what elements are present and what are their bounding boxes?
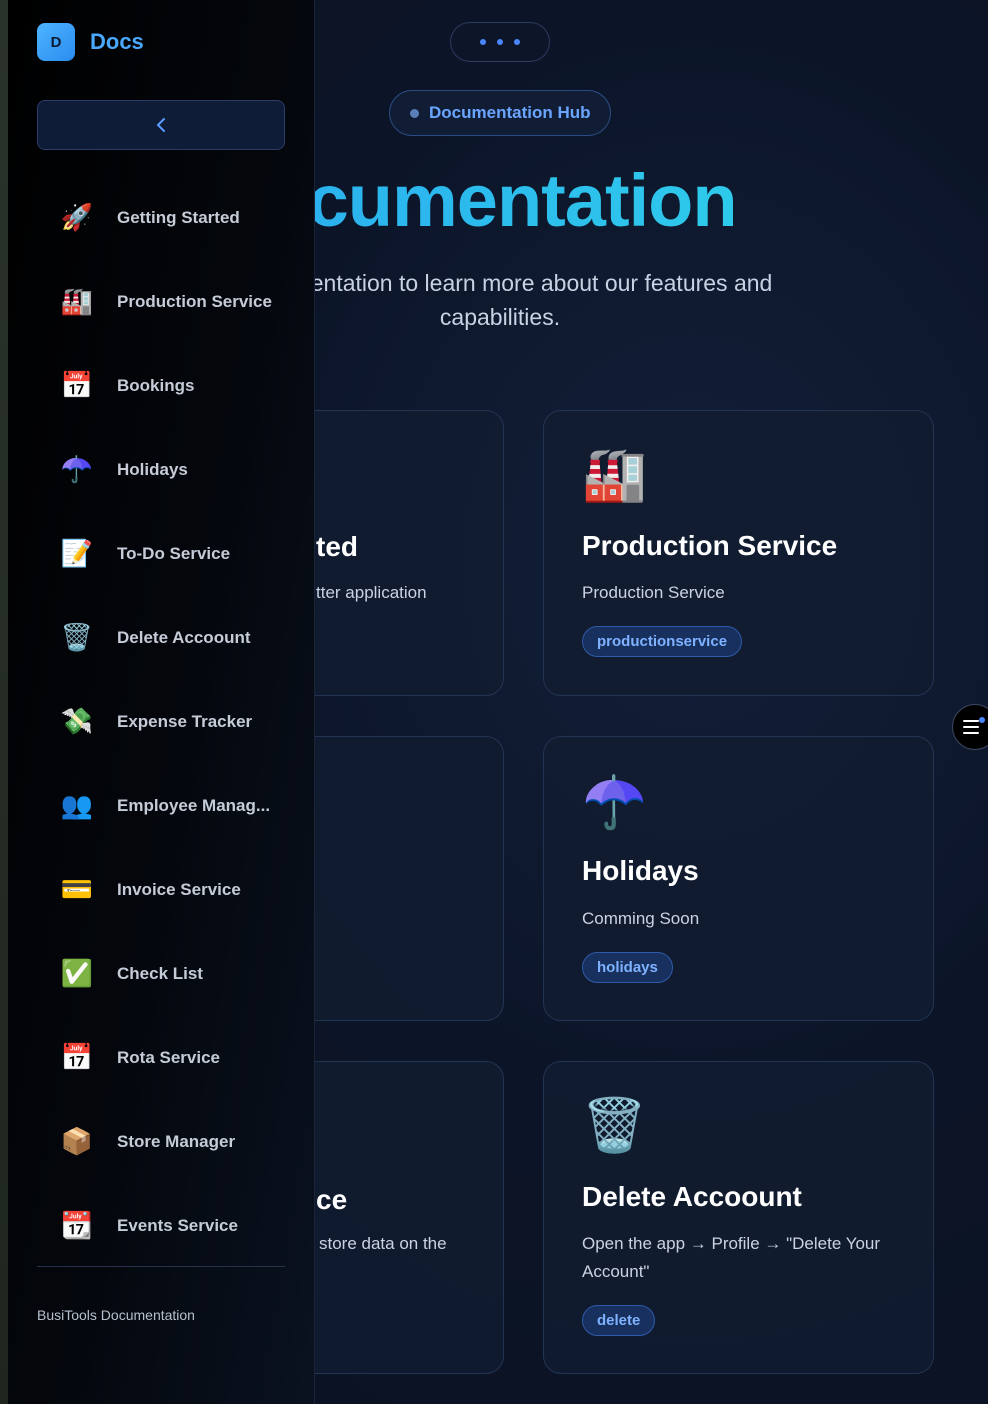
sidebar-item-rota-service[interactable]: 📅 Rota Service — [37, 1028, 285, 1088]
card-tag[interactable]: delete — [582, 1305, 656, 1336]
sidebar-item-getting-started[interactable]: 🚀 Getting Started — [37, 188, 285, 248]
brand-name: Docs — [90, 29, 144, 54]
card-description: Comming Soon — [582, 909, 700, 928]
sidebar-item-employee-manag[interactable]: 👥 Employee Manag... — [37, 776, 285, 836]
people-icon: 👥 — [60, 791, 94, 821]
credit-card-icon: 💳 — [60, 875, 94, 905]
sidebar-item-production-service[interactable]: 🏭 Production Service — [37, 272, 285, 332]
card-description: Production Service — [582, 583, 725, 602]
sidebar-item-events-service[interactable]: 📆 Events Service — [37, 1196, 285, 1256]
production-service-card[interactable]: 🏭 Production Service Production Service … — [543, 410, 934, 696]
card-description: Open the app → Profile → "Delete Your Ac… — [582, 1234, 881, 1281]
rocket-icon: 🚀 — [60, 203, 94, 233]
wastebasket-icon: 🗑️ — [60, 623, 94, 653]
dot-icon — [497, 39, 503, 45]
sidebar-item-label: Employee Manag... — [117, 796, 271, 815]
sidebar-item-label: Events Service — [117, 1216, 238, 1235]
package-icon: 📦 — [60, 1127, 94, 1157]
sidebar-item-holidays[interactable]: ☂️ Holidays — [37, 440, 285, 500]
holidays-card[interactable]: ☂️ Holidays Comming Soon holidays — [543, 736, 934, 1021]
calendar-icon: 📅 — [60, 371, 94, 401]
card-tag[interactable]: holidays — [582, 952, 673, 983]
delete-account-card[interactable]: 🗑️ Delete Accoount Open the app → Profil… — [543, 1061, 934, 1374]
calendar-icon: 📅 — [60, 1043, 94, 1073]
menu-icon — [963, 720, 979, 734]
sidebar-item-label: Holidays — [117, 460, 188, 479]
sidebar-item-check-list[interactable]: ✅ Check List — [37, 944, 285, 1004]
sidebar-item-label: Expense Tracker — [117, 712, 253, 731]
umbrella-icon: ☂️ — [582, 773, 647, 833]
sidebar-item-store-manager[interactable]: 📦 Store Manager — [37, 1112, 285, 1172]
check-mark-icon: ✅ — [60, 959, 94, 989]
card-title: Production Service — [582, 530, 838, 561]
card-title: ted — [316, 531, 358, 562]
sidebar-item-to-do-service[interactable]: 📝 To-Do Service — [37, 524, 285, 584]
sidebar-item-label: Bookings — [117, 376, 195, 395]
sidebar-item-label: Rota Service — [117, 1048, 220, 1067]
factory-icon: 🏭 — [582, 445, 647, 505]
notification-dot-icon — [979, 717, 985, 723]
sidebar-footer: BusiTools Documentation — [37, 1307, 195, 1323]
sidebar-item-label: Getting Started — [117, 208, 240, 227]
sidebar-item-label: Store Manager — [117, 1132, 236, 1151]
card-tag[interactable]: productionservice — [582, 626, 743, 657]
sidebar-item-label: Invoice Service — [117, 880, 241, 899]
brand[interactable]: D Docs — [37, 23, 144, 61]
wastebasket-icon: 🗑️ — [582, 1096, 647, 1156]
card-title: Holidays — [582, 855, 699, 886]
documentation-hub-badge: Documentation Hub — [389, 90, 611, 136]
sidebar-item-delete-accoount[interactable]: 🗑️ Delete Accoount — [37, 608, 285, 668]
sidebar-item-label: Delete Accoount — [117, 628, 251, 647]
sidebar: D Docs 🚀 Getting Started 🏭 Production Servi… — [8, 0, 315, 1404]
card-title: ce — [316, 1184, 348, 1215]
collapse-sidebar-button[interactable] — [37, 100, 285, 150]
sidebar-item-label: Production Service — [117, 292, 272, 311]
dot-icon — [480, 39, 486, 45]
logo: D — [37, 23, 75, 61]
sidebar-item-label: Check List — [117, 964, 203, 983]
sidebar-item-label: To-Do Service — [117, 544, 231, 563]
badge-dot-icon — [410, 108, 419, 118]
badge-label: Documentation Hub — [429, 103, 591, 122]
dot-icon — [514, 39, 520, 45]
umbrella-icon: ☂️ — [60, 455, 94, 485]
more-options-button[interactable] — [450, 22, 550, 62]
memo-icon: 📝 — [60, 539, 94, 569]
factory-icon: 🏭 — [60, 287, 94, 317]
sidebar-item-bookings[interactable]: 📅 Bookings — [37, 356, 285, 416]
tear-off-calendar-icon: 📆 — [60, 1211, 94, 1241]
card-title: Delete Accoount — [582, 1181, 802, 1212]
sidebar-item-invoice-service[interactable]: 💳 Invoice Service — [37, 860, 285, 920]
chevron-left-icon — [157, 118, 165, 132]
card-description: store data on the — [319, 1234, 447, 1253]
divider — [37, 1266, 285, 1267]
money-wings-icon: 💸 — [60, 707, 94, 737]
sidebar-item-expense-tracker[interactable]: 💸 Expense Tracker — [37, 692, 285, 752]
card-description: tter application — [316, 583, 427, 602]
table-of-contents-button[interactable] — [952, 704, 988, 750]
